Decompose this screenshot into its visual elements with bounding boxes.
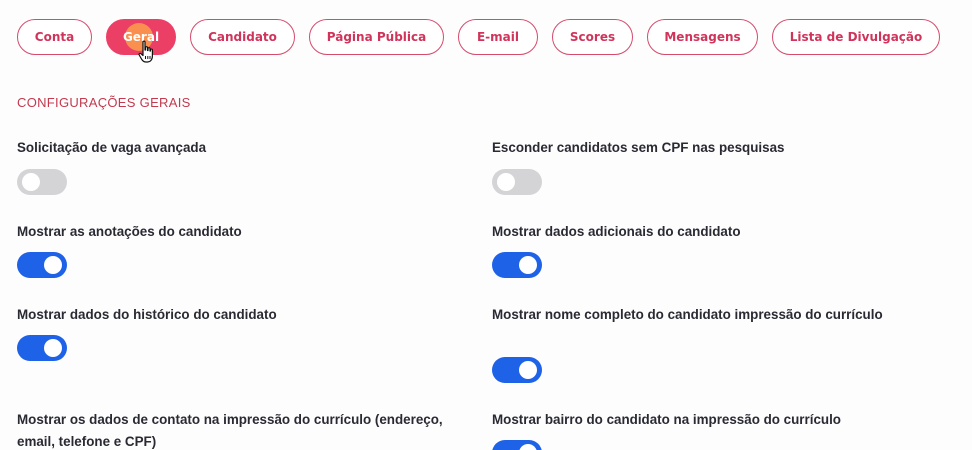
toggle-knob: [22, 173, 40, 191]
toggle-knob: [519, 361, 537, 379]
setting-label-advanced-job-request: Solicitação de vaga avançada: [17, 140, 207, 155]
toggle-knob: [44, 256, 62, 274]
tab-label: Conta: [34, 30, 75, 44]
toggle-knob: [44, 339, 62, 357]
tab-label: Scores: [569, 30, 616, 44]
toggle-show-full-name-print[interactable]: [492, 357, 542, 383]
tab-conta[interactable]: Conta: [17, 19, 92, 55]
setting-label-show-contact-data-print: Mostrar os dados de contato na impressão…: [17, 412, 443, 449]
toggle-knob: [519, 256, 537, 274]
settings-page: Conta Geral Candidato Página Pública E-m…: [0, 0, 972, 450]
setting-label-show-full-name-print: Mostrar nome completo do candidato impre…: [492, 307, 883, 322]
toggle-advanced-job-request[interactable]: [17, 169, 67, 195]
tab-mensagens[interactable]: Mensagens: [647, 19, 758, 55]
tab-pagina-publica[interactable]: Página Pública: [309, 19, 444, 55]
tab-label: Lista de Divulgação: [789, 30, 923, 44]
toggle-show-additional-data[interactable]: [492, 252, 542, 278]
toggle-knob: [519, 444, 537, 450]
tab-label: Página Pública: [326, 30, 427, 44]
pointer-cursor-icon: [138, 40, 153, 63]
toggle-hide-candidates-without-cpf[interactable]: [492, 169, 542, 195]
setting-label-show-neighborhood-print: Mostrar bairro do candidato na impressão…: [492, 412, 841, 427]
tab-lista-de-divulgacao[interactable]: Lista de Divulgação: [772, 19, 940, 55]
setting-label-show-candidate-notes: Mostrar as anotações do candidato: [17, 224, 242, 239]
tab-e-mail[interactable]: E-mail: [458, 19, 538, 55]
setting-label-show-additional-data: Mostrar dados adicionais do candidato: [492, 224, 741, 239]
setting-label-hide-candidates-without-cpf: Esconder candidatos sem CPF nas pesquisa…: [492, 140, 785, 155]
tab-scores[interactable]: Scores: [552, 19, 633, 55]
tab-candidato[interactable]: Candidato: [190, 19, 295, 55]
toggle-show-neighborhood-print[interactable]: [492, 440, 542, 450]
toggle-show-candidate-notes[interactable]: [17, 252, 67, 278]
tab-label: E-mail: [476, 30, 519, 44]
tab-label: Mensagens: [664, 30, 741, 44]
toggle-knob: [497, 173, 515, 191]
tab-label: Candidato: [208, 30, 277, 44]
setting-label-show-history-data: Mostrar dados do histórico do candidato: [17, 307, 277, 322]
toggle-show-history-data[interactable]: [17, 335, 67, 361]
section-title: CONFIGURAÇÕES GERAIS: [17, 95, 191, 110]
